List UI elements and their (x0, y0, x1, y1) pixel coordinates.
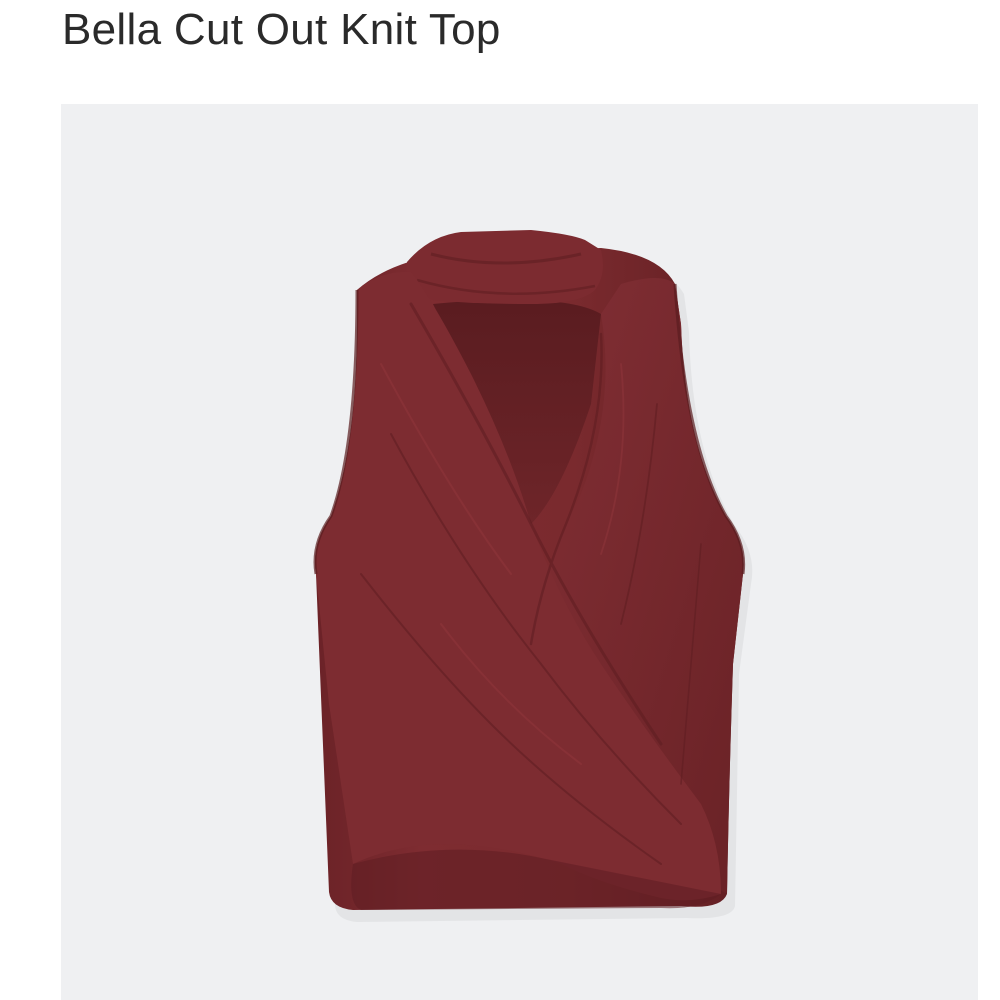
product-page: Bella Cut Out Knit Top (0, 0, 1000, 1000)
product-title: Bella Cut Out Knit Top (62, 5, 501, 54)
garment-illustration (313, 230, 753, 922)
product-image[interactable] (61, 104, 978, 1000)
